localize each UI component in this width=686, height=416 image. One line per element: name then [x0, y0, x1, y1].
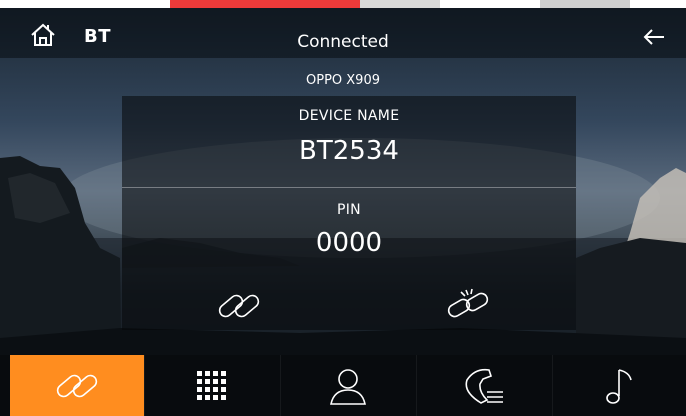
connected-device-name: OPPO X909 [306, 73, 380, 88]
pin-label: PIN [337, 202, 361, 218]
nav-music[interactable] [553, 355, 686, 416]
panel-divider [122, 187, 576, 188]
call-log-icon [465, 368, 503, 404]
arrow-left-icon[interactable] [642, 28, 666, 46]
music-icon [606, 368, 632, 404]
pin-value: 0000 [315, 228, 383, 258]
top-strip [0, 0, 686, 8]
header-bar: BT Connected [0, 8, 686, 58]
unlink-icon[interactable] [446, 286, 492, 326]
link-icon [56, 374, 98, 397]
link-icon[interactable] [216, 286, 262, 326]
top-strip-red [170, 0, 360, 8]
nav-contacts[interactable] [281, 355, 415, 416]
device-name-label: DEVICE NAME [298, 108, 400, 124]
contacts-icon [330, 368, 366, 405]
nav-dialpad[interactable] [145, 355, 279, 416]
device-info-panel: DEVICE NAME BT2534 PIN 0000 [122, 96, 576, 330]
bottom-nav [0, 355, 686, 416]
dialpad-icon [197, 370, 226, 400]
nav-call-log[interactable] [417, 355, 551, 416]
connection-status: Connected [297, 32, 389, 52]
device-name-value: BT2534 [299, 136, 399, 166]
top-strip-gray [360, 0, 440, 8]
nav-bt-connect[interactable] [10, 355, 144, 416]
top-strip-gray-2 [540, 0, 630, 8]
